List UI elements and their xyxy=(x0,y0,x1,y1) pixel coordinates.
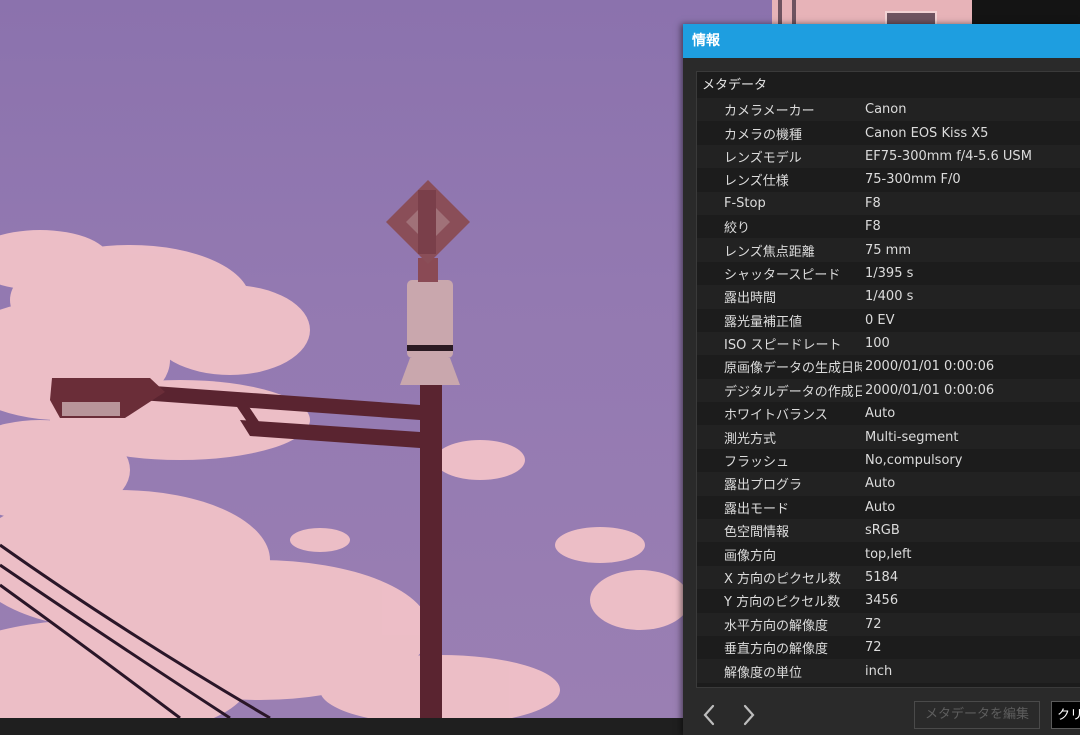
chevron-left-icon xyxy=(703,704,715,726)
metadata-value: 72 xyxy=(865,640,882,656)
metadata-value: inch xyxy=(865,663,893,679)
metadata-key: F-Stop xyxy=(724,195,766,211)
metadata-row: 画像方向 top,left xyxy=(697,542,1080,566)
metadata-key: Y 方向のピクセル数 xyxy=(724,595,841,611)
metadata-row: 露出モード Auto xyxy=(697,495,1080,520)
section-title: メタデータ xyxy=(702,78,768,93)
metadata-key: 画像方向 xyxy=(724,548,777,564)
metadata-value: 75 mm xyxy=(865,242,912,258)
metadata-key: レンズ焦点距離 xyxy=(724,244,815,260)
metadata-value: 5184 xyxy=(865,570,899,585)
metadata-value: 100 xyxy=(865,336,890,352)
metadata-key: 水平方向の解像度 xyxy=(724,618,829,634)
metadata-key: 垂直方向の解像度 xyxy=(724,642,829,658)
metadata-row: 原画像データの生成日時 2000/01/01 0:00:06 xyxy=(697,355,1080,379)
metadata-row: レンズ仕様 75-300mm F/0 xyxy=(697,168,1080,192)
metadata-row: レンズ焦点距離 75 mm xyxy=(697,238,1080,262)
prev-button[interactable] xyxy=(697,702,723,728)
metadata-key: 露出時間 xyxy=(724,291,777,307)
metadata-row: 露光量補正値 0 EV xyxy=(697,308,1080,332)
metadata-row: シャッタースピード 1/395 s xyxy=(697,261,1080,286)
metadata-key: シャッタースピード xyxy=(724,267,841,283)
metadata-value: sRGB xyxy=(865,523,900,539)
metadata-value: Auto xyxy=(865,476,896,492)
metadata-key: 原画像データの生成日時 xyxy=(724,361,862,377)
metadata-row: 水平方向の解像度 72 xyxy=(697,612,1080,636)
metadata-key: ホワイトバランス xyxy=(724,408,828,424)
metadata-row: ISO スピードレート 100 xyxy=(697,331,1080,356)
metadata-key: 露光量補正値 xyxy=(724,314,803,330)
metadata-key: X 方向のピクセル数 xyxy=(724,572,842,587)
metadata-value: 1/400 s xyxy=(865,289,914,305)
metadata-value: 2000/01/01 0:00:06 xyxy=(865,359,995,375)
metadata-key: ISO スピードレート xyxy=(724,338,842,354)
metadata-value: top,left xyxy=(865,546,912,562)
metadata-key: フラッシュ xyxy=(724,455,790,471)
metadata-value: Auto xyxy=(865,406,896,422)
metadata-value: EF75-300mm f/4-5.6 USM xyxy=(865,148,1032,164)
metadata-value: 3456 xyxy=(865,593,899,609)
info-panel: 情報 メタデータ カメラメーカー Canon カメラの機種 Canon EOS Kis… xyxy=(683,24,1080,735)
metadata-value: 72 xyxy=(865,616,882,632)
metadata-row: Y 方向のピクセル数 3456 xyxy=(697,589,1080,613)
metadata-value: Auto xyxy=(865,499,896,515)
next-button[interactable] xyxy=(735,702,761,728)
metadata-value: 1/395 s xyxy=(865,265,914,281)
metadata-row: デジタルデータの作成日時2000/01/01 0:00:06 xyxy=(697,378,1080,403)
metadata-key: カメラメーカー xyxy=(724,104,815,120)
metadata-row: カメラの機種 Canon EOS Kiss X5 xyxy=(697,121,1080,145)
metadata-value: F8 xyxy=(865,219,881,235)
metadata-row: 解像度の単位 inch xyxy=(697,659,1080,683)
metadata-value: 2000/01/01 0:00:06 xyxy=(865,382,995,398)
metadata-value: F8 xyxy=(865,195,881,211)
panel-title[interactable]: 情報 xyxy=(683,24,1080,58)
metadata-value: Multi-segment xyxy=(865,429,959,445)
metadata-key: 露出プログラ xyxy=(724,478,803,494)
metadata-value: 0 EV xyxy=(865,312,895,328)
metadata-value: Canon xyxy=(865,102,907,118)
clear-button[interactable]: クリ xyxy=(1051,701,1080,729)
metadata-row: F-Stop F8 xyxy=(697,191,1080,215)
metadata-row: ホワイトバランス Auto xyxy=(697,402,1080,426)
metadata-row: 色空間情報 sRGB xyxy=(697,519,1080,543)
panel-footer: メタデータを編集 クリ xyxy=(683,694,1080,735)
metadata-row: 絞り F8 xyxy=(697,214,1080,239)
chevron-right-icon xyxy=(743,704,755,726)
edit-metadata-button[interactable]: メタデータを編集 xyxy=(914,701,1040,729)
metadata-value: 75-300mm F/0 xyxy=(865,172,961,188)
metadata-value: Canon EOS Kiss X5 xyxy=(865,125,989,141)
metadata-row: カメラメーカー Canon xyxy=(697,98,1080,122)
metadata-key: デジタルデータの作成日時 xyxy=(724,384,862,400)
metadata-list[interactable]: メタデータ カメラメーカー Canon カメラの機種 Canon EOS Kiss X… xyxy=(696,71,1080,688)
metadata-key: 測光方式 xyxy=(724,431,777,447)
metadata-key: 絞り xyxy=(724,221,751,237)
metadata-row: 露出プログラ Auto xyxy=(697,472,1080,496)
metadata-row: 測光方式 Multi-segment xyxy=(697,425,1080,449)
metadata-key: レンズモデル xyxy=(724,150,802,166)
metadata-key: レンズ仕様 xyxy=(724,174,789,190)
metadata-key: 解像度の単位 xyxy=(724,665,803,681)
metadata-row: 露出時間 1/400 s xyxy=(697,285,1080,309)
metadata-row: X 方向のピクセル数 5184 xyxy=(697,565,1080,590)
metadata-key: カメラの機種 xyxy=(724,127,803,143)
metadata-row: フラッシュ No,compulsory xyxy=(697,448,1080,473)
metadata-row: 垂直方向の解像度 72 xyxy=(697,635,1080,660)
metadata-row: レンズモデル EF75-300mm f/4-5.6 USM xyxy=(697,144,1080,169)
metadata-key: 色空間情報 xyxy=(724,525,790,541)
metadata-key: 露出モード xyxy=(724,501,790,517)
metadata-value: No,compulsory xyxy=(865,453,963,469)
